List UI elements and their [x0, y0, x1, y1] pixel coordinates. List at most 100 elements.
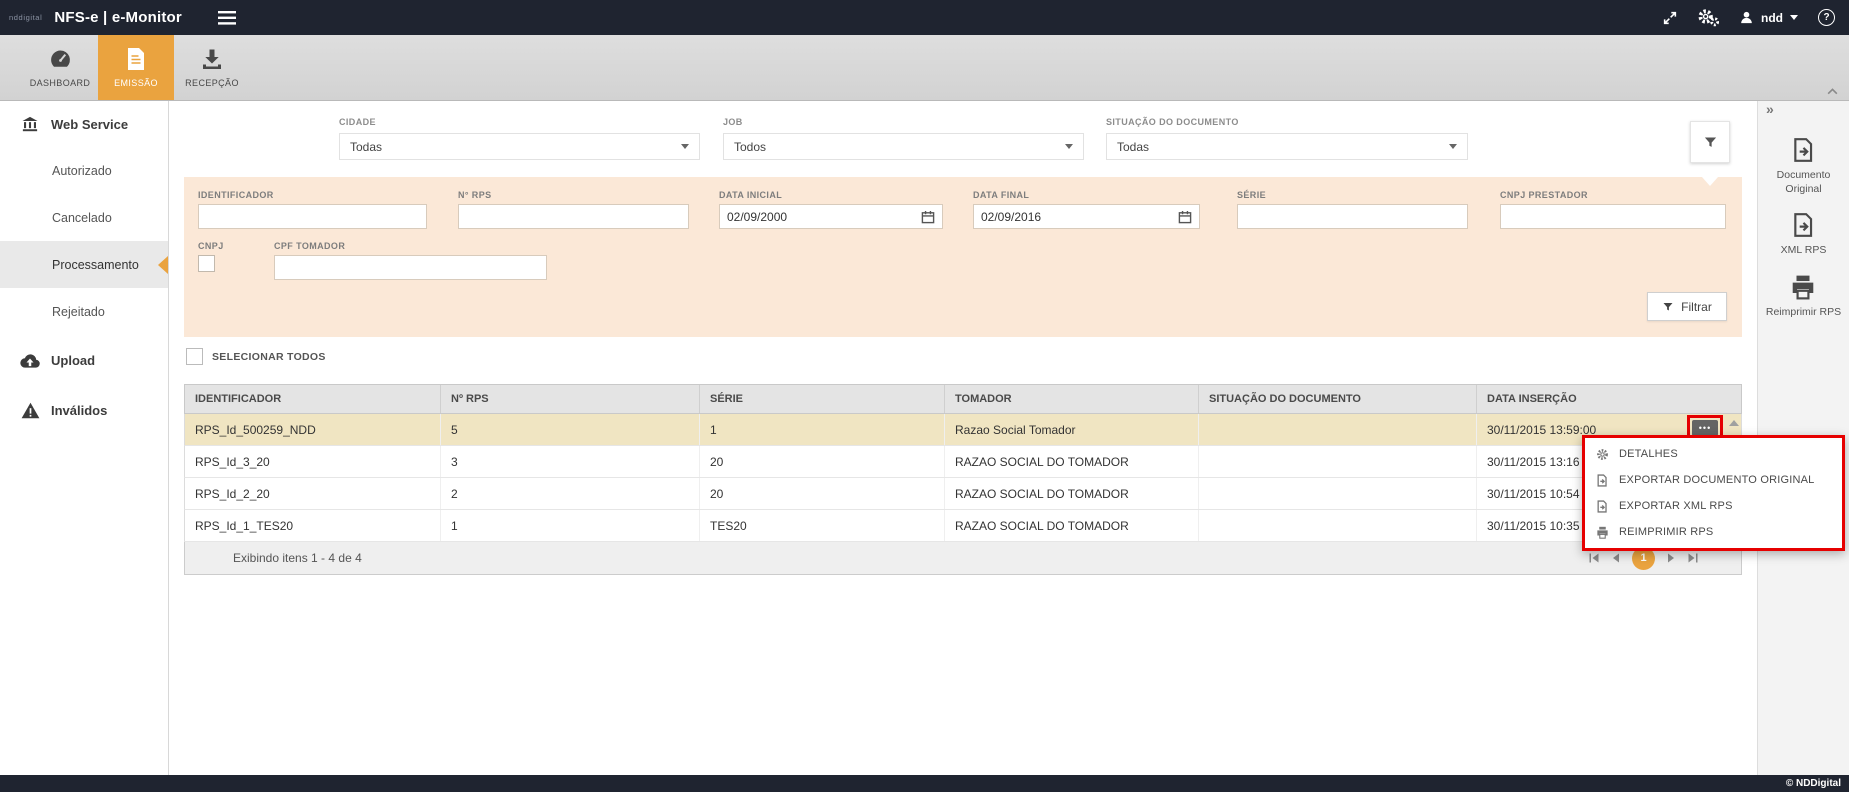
cnpj-prestador-input[interactable]: [1500, 204, 1726, 229]
table-row[interactable]: RPS_Id_500259_NDD 5 1 Razao Social Tomad…: [184, 414, 1742, 446]
cell-serie: TES20: [700, 510, 945, 541]
fullscreen-icon[interactable]: [1662, 10, 1678, 26]
tab-dashboard[interactable]: DASHBOARD: [22, 35, 98, 100]
column-header-identificador[interactable]: IDENTIFICADOR: [185, 385, 441, 413]
prev-page-icon[interactable]: [1610, 552, 1622, 564]
app-root: nddigital NFS-e | e-Monitor ndd ?: [0, 0, 1849, 792]
action-reimprimir-rps[interactable]: Reimprimir RPS: [1766, 274, 1841, 320]
tabbar: DASHBOARD EMISSÃO RECEPÇÃO: [0, 35, 1849, 101]
sidebar-item-cancelado[interactable]: Cancelado: [0, 194, 168, 241]
cpf-tomador-input[interactable]: [274, 255, 547, 280]
menu-item-label: EXPORTAR DOCUMENTO ORIGINAL: [1619, 474, 1814, 486]
calendar-icon[interactable]: [1178, 210, 1192, 224]
filter-toggle-button[interactable]: [1690, 121, 1730, 163]
chevron-down-icon: [1449, 144, 1457, 149]
column-header-data-insercao[interactable]: DATA INSERÇÃO: [1477, 385, 1741, 413]
column-header-serie[interactable]: SÉRIE: [700, 385, 945, 413]
table-footer: Exibindo itens 1 - 4 de 4 1: [184, 542, 1742, 575]
user-icon: [1739, 10, 1754, 25]
calendar-icon[interactable]: [921, 210, 935, 224]
table-row[interactable]: RPS_Id_2_20 2 20 RAZAO SOCIAL DO TOMADOR…: [184, 478, 1742, 510]
identificador-input[interactable]: [198, 204, 427, 229]
menu-item-reimprimir-rps[interactable]: REIMPRIMIR RPS: [1585, 519, 1842, 545]
hamburger-menu-icon[interactable]: [218, 11, 236, 25]
cell-serie: 20: [700, 446, 945, 477]
menu-item-exportar-xml-rps[interactable]: EXPORTAR XML RPS: [1585, 493, 1842, 519]
cell-tomador: Razao Social Tomador: [945, 414, 1199, 445]
action-documento-original[interactable]: Documento Original: [1764, 137, 1844, 196]
row-more-actions-button[interactable]: •••: [1692, 420, 1718, 436]
document-export-icon: [1791, 137, 1817, 163]
dashboard-gauge-icon: [48, 47, 73, 71]
situacao-label: SITUAÇÃO DO DOCUMENTO: [1106, 117, 1239, 127]
cell-nrps: 2: [441, 478, 700, 509]
bank-icon: [20, 115, 40, 133]
nrps-input[interactable]: [458, 204, 689, 229]
export-icon: [1595, 500, 1610, 513]
first-page-icon[interactable]: [1588, 552, 1600, 564]
filter-funnel-icon: [1662, 301, 1674, 313]
table-scroll-up-icon[interactable]: [1729, 420, 1739, 426]
job-select[interactable]: Todos: [723, 133, 1084, 160]
printer-icon: [1595, 526, 1610, 539]
cell-identificador: RPS_Id_2_20: [185, 478, 441, 509]
cidade-select[interactable]: Todas: [339, 133, 700, 160]
settings-gears-icon[interactable]: [1698, 8, 1719, 27]
cell-tomador: RAZAO SOCIAL DO TOMADOR: [945, 478, 1199, 509]
tab-recepcao[interactable]: RECEPÇÃO: [174, 35, 250, 100]
menu-item-label: EXPORTAR XML RPS: [1619, 500, 1733, 512]
chevron-down-icon: [681, 144, 689, 149]
cell-identificador: RPS_Id_3_20: [185, 446, 441, 477]
sidebar-item-autorizado[interactable]: Autorizado: [0, 147, 168, 194]
user-menu[interactable]: ndd: [1739, 10, 1798, 25]
situacao-select[interactable]: Todas: [1106, 133, 1468, 160]
chevron-down-icon: [1065, 144, 1073, 149]
sidebar-section-webservice[interactable]: Web Service: [0, 101, 168, 147]
collapse-toolbar-icon[interactable]: [1826, 86, 1839, 96]
data-inicial-input[interactable]: [727, 210, 915, 224]
tab-emissao[interactable]: EMISSÃO: [98, 35, 174, 100]
select-all-checkbox[interactable]: [186, 348, 203, 365]
sidebar-item-label: Rejeitado: [52, 305, 105, 319]
sidebar-section-upload[interactable]: Upload: [0, 335, 168, 385]
download-icon: [200, 47, 224, 71]
data-final-input[interactable]: [981, 210, 1172, 224]
statusbar: © NDDigital: [0, 775, 1849, 792]
column-header-nrps[interactable]: Nº RPS: [441, 385, 700, 413]
sidebar-section-invalidos[interactable]: Inválidos: [0, 385, 168, 435]
nrps-label: N° RPS: [458, 190, 492, 200]
user-name: ndd: [1761, 11, 1783, 25]
cell-serie: 20: [700, 478, 945, 509]
menu-item-detalhes[interactable]: DETALHES: [1585, 441, 1842, 467]
serie-input[interactable]: [1237, 204, 1468, 229]
last-page-icon[interactable]: [1687, 552, 1699, 564]
data-final-field: [973, 204, 1200, 229]
table-row[interactable]: RPS_Id_3_20 3 20 RAZAO SOCIAL DO TOMADOR…: [184, 446, 1742, 478]
help-icon[interactable]: ?: [1818, 9, 1835, 26]
tab-label: EMISSÃO: [114, 78, 158, 88]
cnpj-label: CNPJ: [198, 241, 224, 251]
menu-item-label: REIMPRIMIR RPS: [1619, 526, 1713, 538]
filtrar-button[interactable]: Filtrar: [1647, 292, 1727, 321]
menu-item-exportar-documento-original[interactable]: EXPORTAR DOCUMENTO ORIGINAL: [1585, 467, 1842, 493]
cnpj-checkbox[interactable]: [198, 255, 215, 272]
action-label: XML RPS: [1781, 244, 1827, 258]
cidade-label: CIDADE: [339, 117, 376, 127]
cell-situacao: [1199, 414, 1477, 445]
sidebar-item-processamento[interactable]: Processamento: [0, 241, 168, 288]
column-header-tomador[interactable]: TOMADOR: [945, 385, 1199, 413]
column-header-situacao[interactable]: SITUAÇÃO DO DOCUMENTO: [1199, 385, 1477, 413]
warning-icon: [20, 402, 40, 419]
table-row[interactable]: RPS_Id_1_TES20 1 TES20 RAZAO SOCIAL DO T…: [184, 510, 1742, 542]
sidebar-item-rejeitado[interactable]: Rejeitado: [0, 288, 168, 335]
collapse-panel-icon[interactable]: »: [1766, 101, 1774, 117]
cell-tomador: RAZAO SOCIAL DO TOMADOR: [945, 510, 1199, 541]
filter-funnel-icon: [1703, 135, 1718, 150]
action-label: Reimprimir RPS: [1766, 306, 1841, 320]
action-xml-rps[interactable]: XML RPS: [1781, 212, 1827, 258]
filter-panel-notch: [1702, 177, 1718, 186]
select-all-label: SELECIONAR TODOS: [212, 351, 326, 363]
cpf-tomador-label: CPF TOMADOR: [274, 241, 345, 251]
cidade-selected-value: Todas: [350, 140, 382, 154]
next-page-icon[interactable]: [1665, 552, 1677, 564]
